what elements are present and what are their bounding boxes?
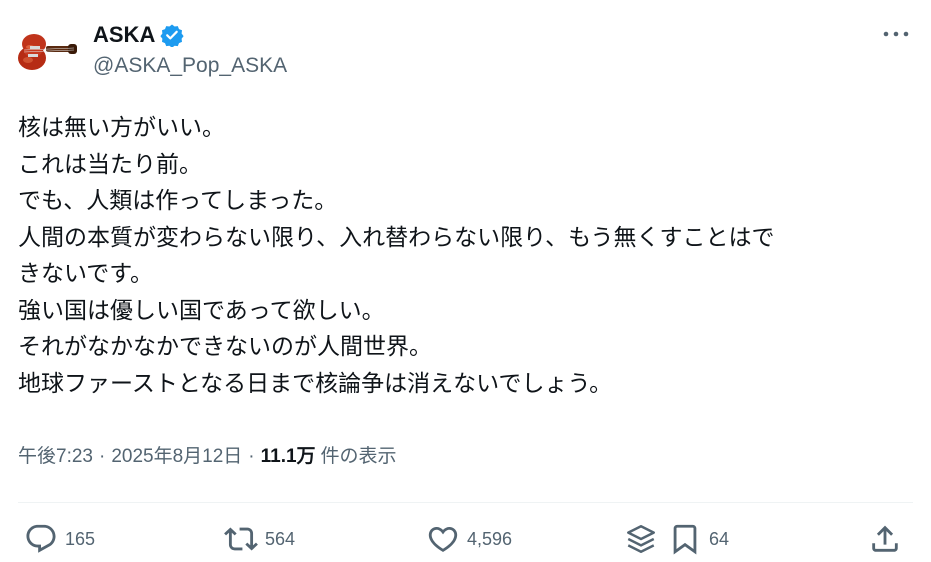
post-line: でも、人類は作ってしまった。 [18,188,338,214]
reply-button[interactable]: 165 [24,522,95,556]
post-line: これは当たり前。 [18,151,202,178]
share-button[interactable] [868,522,902,556]
violin-bass-icon [16,20,78,82]
tweet-card: ASKA @ASKA_Pop_ASKA 核は無い方がいい。 これは当たり前。 で… [0,0,931,562]
author-info: ASKA @ASKA_Pop_ASKA [93,20,287,78]
post-line: きないです。 [18,261,154,287]
like-button[interactable]: 4,596 [426,522,512,556]
layers-icon [627,525,655,553]
meta-separator: · [98,446,106,467]
post-line: それがなかなかできないのが人間世界。 [18,334,432,360]
display-name[interactable]: ASKA [93,22,155,48]
post-date[interactable]: 2025年8月12日 [111,441,242,468]
share-icon [872,525,898,552]
heart-icon [428,526,458,552]
post-line: 地球ファーストとなる日まで核論争は消えないでしょう。 [18,370,613,397]
post-line: 人間の本質が変わらない限り、入れ替わらない限り、もう無くすことはで [18,224,775,251]
reply-icon [26,524,56,553]
repost-icon [224,527,258,551]
bookmark-count: 64 [709,528,730,549]
like-count: 4,596 [467,528,513,549]
repost-count: 564 [265,528,296,549]
repost-button[interactable]: 564 [224,522,295,556]
handle[interactable]: @ASKA_Pop_ASKA [93,54,287,78]
post-line: 強い国は優しい国であって欲しい。 [18,297,385,324]
bookmark-button[interactable]: 64 [668,522,729,556]
views-label[interactable]: 件の表示 [321,441,397,468]
post-text: 核は無い方がいい。 これは当たり前。 でも、人類は作ってしまった。 人間の本質が… [18,110,918,402]
meta-separator: · [248,446,255,467]
avatar[interactable] [16,20,78,82]
more-options-icon[interactable] [881,22,911,46]
post-time[interactable]: 午後7:23 [18,441,93,468]
verified-badge-icon[interactable] [160,23,184,48]
views-count[interactable]: 11.1万 [261,441,316,468]
grok-button[interactable] [624,522,658,556]
post-meta: 午後7:23 · 2025年8月12日 · 11.1万 件の表示 [18,441,397,468]
divider [18,502,913,503]
reply-count: 165 [65,528,96,549]
name-row: ASKA [93,20,287,50]
bookmark-icon [673,524,697,555]
post-line: 核は無い方がいい。 [18,115,225,141]
